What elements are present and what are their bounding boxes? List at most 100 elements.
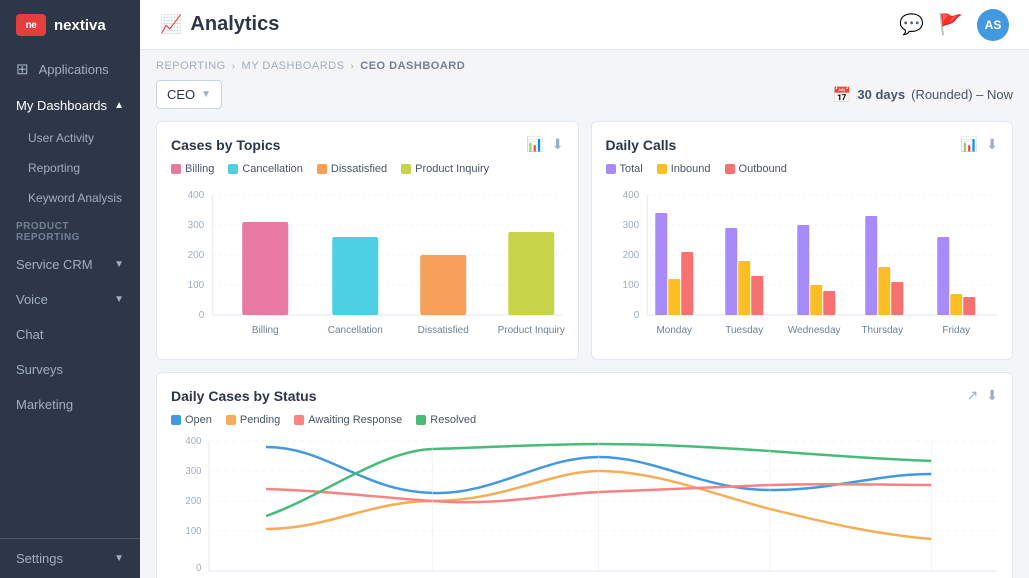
chart-expand-icon[interactable]: ↗: [967, 387, 979, 404]
dropdown-arrow-icon: ▼: [201, 89, 211, 100]
breadcrumb-sep: ›: [232, 61, 236, 72]
chat-icon[interactable]: 💬: [899, 12, 924, 37]
sidebar-item-label: Voice: [16, 292, 48, 307]
sidebar-item-keyword-analysis[interactable]: Keyword Analysis: [0, 183, 140, 213]
chart-legend: Open Pending Awaiting Response Resolved: [171, 414, 998, 426]
dashboard-dropdown[interactable]: CEO ▼: [156, 80, 222, 109]
svg-text:0: 0: [199, 310, 205, 321]
svg-text:400: 400: [186, 436, 202, 447]
svg-text:Thursday: Thursday: [861, 325, 903, 336]
legend-color: [606, 164, 616, 174]
chevron-icon: ▲: [114, 100, 124, 111]
page-title: Analytics: [190, 13, 279, 36]
chart-area: 400 300 200 100 0: [171, 185, 564, 345]
daily-calls-chart: Daily Calls 📊 ⬇ Total Inbound: [591, 121, 1014, 360]
chevron-icon: ▼: [114, 294, 124, 305]
settings-label: Settings: [16, 551, 63, 566]
svg-text:Friday: Friday: [942, 325, 970, 336]
sidebar-item-my-dashboards[interactable]: My Dashboards ▲: [0, 88, 140, 123]
legend-color: [171, 415, 181, 425]
sidebar-item-label: Chat: [16, 327, 43, 342]
legend-label: Pending: [240, 414, 280, 426]
logo-brand: nextiva: [54, 17, 106, 34]
legend-item-inbound: Inbound: [657, 163, 711, 175]
sidebar-item-marketing[interactable]: Marketing: [0, 387, 140, 422]
legend-color: [294, 415, 304, 425]
sidebar-item-chat[interactable]: Chat: [0, 317, 140, 352]
legend-color: [171, 164, 181, 174]
chart-actions: 📊 ⬇: [961, 136, 998, 153]
toolbar: CEO ▼ 📅 30 days (Rounded) – Now: [156, 80, 1013, 109]
legend-item-resolved: Resolved: [416, 414, 476, 426]
content-area: REPORTING › MY DASHBOARDS › CEO DASHBOAR…: [140, 50, 1029, 578]
sidebar-item-label: Marketing: [16, 397, 73, 412]
chart-actions: 📊 ⬇: [526, 136, 563, 153]
chart-download-icon[interactable]: ⬇: [552, 136, 564, 153]
sidebar-bottom: Settings ▼: [0, 538, 140, 578]
legend-item-product-inquiry: Product Inquiry: [401, 163, 489, 175]
product-reporting-label: PRODUCT REPORTING: [0, 213, 140, 247]
chevron-icon: ▼: [114, 553, 124, 564]
flag-icon[interactable]: 🚩: [938, 12, 963, 37]
svg-text:100: 100: [188, 280, 205, 291]
breadcrumb-item: MY DASHBOARDS: [242, 60, 345, 72]
sidebar-item-service-crm[interactable]: Service CRM ▼: [0, 247, 140, 282]
date-suffix: (Rounded) – Now: [911, 87, 1013, 102]
main-content: 📈 Analytics 💬 🚩 AS REPORTING › MY DASHBO…: [140, 0, 1029, 578]
sidebar-item-applications[interactable]: ⊞ Applications: [0, 50, 140, 88]
svg-text:300: 300: [622, 220, 639, 231]
sidebar-item-voice[interactable]: Voice ▼: [0, 282, 140, 317]
chart-legend: Billing Cancellation Dissatisfied Produc…: [171, 163, 564, 175]
legend-item-cancellation: Cancellation: [228, 163, 303, 175]
chart-header: Daily Calls 📊 ⬇: [606, 136, 999, 153]
breadcrumb-current: CEO DASHBOARD: [360, 60, 465, 72]
svg-text:300: 300: [186, 466, 202, 477]
calendar-icon: 📅: [833, 86, 852, 104]
chevron-icon: ▼: [114, 259, 124, 270]
svg-text:400: 400: [188, 190, 205, 201]
chart-download-icon[interactable]: ⬇: [986, 387, 998, 404]
legend-color: [317, 164, 327, 174]
chart-download-icon[interactable]: ⬇: [986, 136, 998, 153]
svg-text:0: 0: [633, 310, 639, 321]
legend-color: [416, 415, 426, 425]
chart-title: Daily Calls: [606, 137, 677, 153]
legend-item-total: Total: [606, 163, 643, 175]
svg-text:100: 100: [186, 526, 202, 537]
legend-label: Product Inquiry: [415, 163, 489, 175]
svg-text:Dissatisfied: Dissatisfied: [418, 325, 469, 336]
grid-icon: ⊞: [16, 60, 29, 78]
svg-text:Monday: Monday: [656, 325, 692, 336]
legend-label: Dissatisfied: [331, 163, 387, 175]
logo-icon: ne: [16, 14, 46, 36]
breadcrumb: REPORTING › MY DASHBOARDS › CEO DASHBOAR…: [156, 60, 1013, 72]
legend-item-outbound: Outbound: [725, 163, 787, 175]
chart-bars-icon[interactable]: 📊: [961, 136, 978, 153]
sidebar-logo: ne nextiva: [0, 0, 140, 50]
sidebar-item-label: My Dashboards: [16, 98, 107, 113]
legend-label: Billing: [185, 163, 214, 175]
chart-header: Daily Cases by Status ↗ ⬇: [171, 387, 998, 404]
svg-text:Tuesday: Tuesday: [725, 325, 763, 336]
chart-bars-icon[interactable]: 📊: [526, 136, 543, 153]
sidebar-item-label: Keyword Analysis: [28, 191, 122, 205]
svg-text:300: 300: [188, 220, 205, 231]
legend-label: Outbound: [739, 163, 787, 175]
sidebar-settings[interactable]: Settings ▼: [0, 539, 140, 578]
sidebar-item-surveys[interactable]: Surveys: [0, 352, 140, 387]
legend-color: [228, 164, 238, 174]
date-range: 📅 30 days (Rounded) – Now: [833, 86, 1013, 104]
sidebar-item-label: User Activity: [28, 131, 94, 145]
chart-title: Cases by Topics: [171, 137, 280, 153]
sidebar-item-user-activity[interactable]: User Activity: [0, 123, 140, 153]
svg-text:200: 200: [186, 496, 202, 507]
chart-area: 400 300 200 100 0: [606, 185, 999, 345]
legend-label: Total: [620, 163, 643, 175]
svg-text:100: 100: [622, 280, 639, 291]
user-avatar[interactable]: AS: [977, 9, 1009, 41]
date-range-value: 30 days: [857, 87, 905, 102]
sidebar-item-label: Surveys: [16, 362, 63, 377]
svg-text:0: 0: [196, 563, 202, 574]
sidebar-item-reporting[interactable]: Reporting: [0, 153, 140, 183]
legend-item-open: Open: [171, 414, 212, 426]
